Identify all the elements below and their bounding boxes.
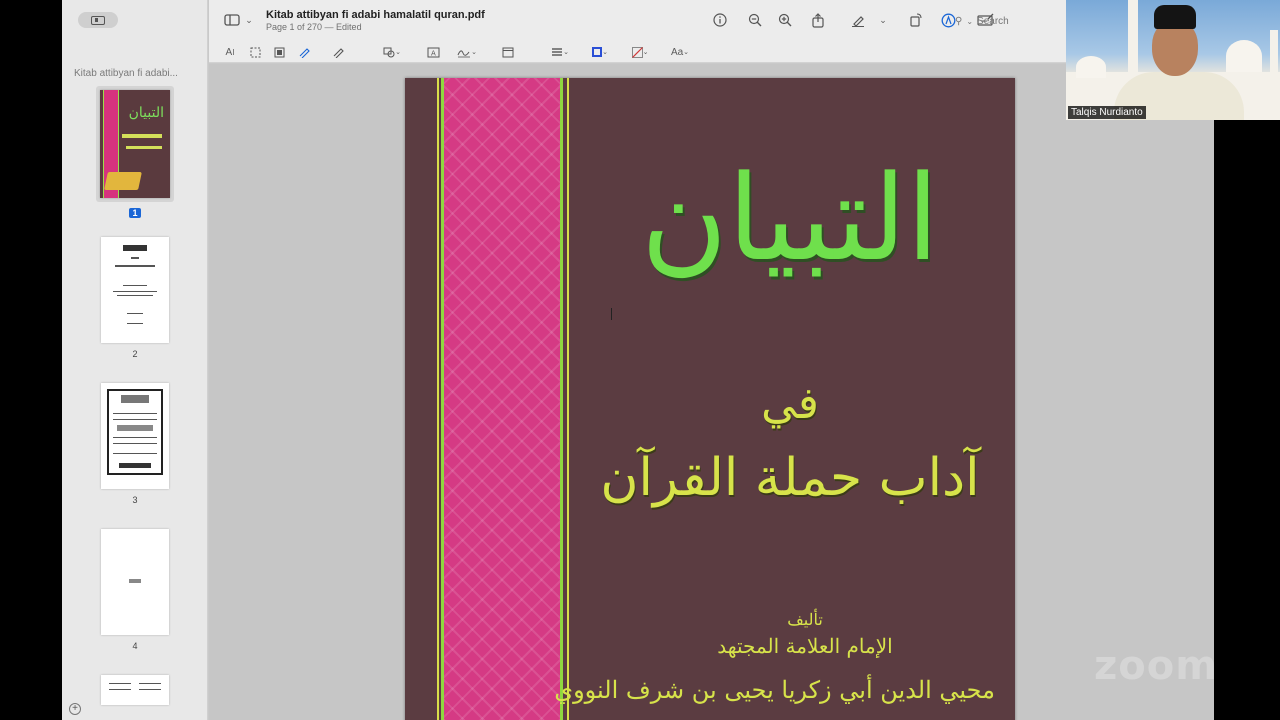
thumbnail-sidebar: Kitab attibyan fi adabi... التبيان 1 2 3…: [62, 0, 208, 720]
preview-window: Kitab attibyan fi adabi... التبيان 1 2 3…: [62, 0, 1214, 720]
mosque-dome: [1226, 40, 1262, 72]
page-thumbnail-2[interactable]: 2: [62, 237, 208, 359]
shape-style-icon[interactable]: ⌄: [547, 45, 573, 59]
chevron-down-icon[interactable]: ⌄: [877, 12, 889, 28]
zoom-out-icon[interactable]: [746, 12, 764, 28]
page-thumbnail-3[interactable]: 3: [62, 383, 208, 505]
sidebar-document-title: Kitab attibyan fi adabi...: [74, 68, 178, 79]
chevron-down-icon[interactable]: ⌄: [243, 12, 255, 28]
zoom-screen-share: Kitab attibyan fi adabi... التبيان 1 2 3…: [0, 0, 1280, 720]
text-box-icon[interactable]: A: [424, 45, 442, 59]
zoom-in-icon[interactable]: [776, 12, 794, 28]
fill-color-icon[interactable]: ⌄: [627, 45, 653, 59]
svg-text:A: A: [431, 49, 436, 57]
rect-selection-icon[interactable]: [246, 45, 264, 59]
page-number-label: 2: [132, 349, 138, 359]
border-color-icon[interactable]: ⌄: [587, 45, 613, 59]
cover-preposition: في: [761, 378, 819, 429]
cover-thumbnail-image: التبيان: [100, 90, 170, 198]
note-icon[interactable]: [499, 45, 517, 59]
cover-border-line: [437, 78, 439, 720]
document-page-status: Page 1 of 270 — Edited: [266, 22, 362, 32]
participant-video[interactable]: Talqis Nurdianto: [1066, 0, 1280, 120]
search-input[interactable]: [977, 15, 1058, 27]
text-style-icon[interactable]: Aa ⌄: [667, 45, 693, 59]
rotate-icon[interactable]: [907, 12, 925, 28]
toolbar: ⌄ Kitab attibyan fi adabi hamalatil qura…: [209, 0, 1214, 63]
page-thumbnail-1[interactable]: التبيان 1: [62, 86, 208, 218]
sidebar-icon[interactable]: [223, 12, 241, 28]
shapes-icon[interactable]: ⌄: [379, 45, 405, 59]
text-cursor-icon: [611, 308, 613, 320]
add-page-icon[interactable]: +: [69, 703, 81, 715]
minaret: [1270, 30, 1278, 80]
sign-icon[interactable]: ⌄: [454, 45, 480, 59]
text-style-label: Aa: [670, 46, 684, 58]
cover-spine-decoration: [441, 78, 563, 720]
minaret: [1128, 0, 1138, 80]
mosque-dome: [1076, 56, 1106, 78]
participant-name-label: Talqis Nurdianto: [1068, 106, 1146, 119]
share-icon[interactable]: [809, 12, 827, 28]
sidebar-icon: [91, 15, 105, 25]
highlight-pen-icon[interactable]: [849, 12, 867, 28]
page-number-label: 1: [129, 208, 141, 218]
text-selection-icon[interactable]: AI: [221, 45, 239, 59]
cover-title: التبيان: [640, 149, 940, 287]
redact-icon[interactable]: [270, 45, 288, 59]
info-icon[interactable]: [711, 12, 729, 28]
search-field[interactable]: ⚲ ⌄: [951, 12, 1071, 30]
cover-border-line: [567, 78, 569, 720]
cover-authored-by: تأليف: [787, 610, 823, 629]
cover-imam-title: الإمام العلامة المجتهد: [717, 634, 893, 658]
page-number-label: 4: [132, 641, 138, 651]
search-icon: ⚲: [955, 15, 963, 27]
page-thumbnail-5[interactable]: [62, 675, 208, 705]
cover-subtitle: آداب حملة القرآن: [600, 448, 980, 508]
sketch-icon[interactable]: [295, 45, 313, 59]
document-title: Kitab attibyan fi adabi hamalatil quran.…: [266, 9, 485, 21]
pdf-page-cover: التبيان في آداب حملة القرآن تأليف الإمام…: [405, 78, 1015, 720]
sidebar-view-toggle[interactable]: [78, 12, 118, 28]
draw-icon[interactable]: [329, 45, 347, 59]
cover-author-name: محيي الدين أبي زكريا يحيى بن شرف النووي: [554, 676, 995, 704]
participant-cap: [1154, 5, 1196, 29]
document-view[interactable]: التبيان في آداب حملة القرآن تأليف الإمام…: [209, 64, 1214, 720]
page-number-label: 3: [132, 495, 138, 505]
zoom-watermark-logo: zoom: [1094, 643, 1218, 689]
chevron-down-icon: ⌄: [966, 16, 974, 26]
page-thumbnail-4[interactable]: 4: [62, 529, 208, 651]
